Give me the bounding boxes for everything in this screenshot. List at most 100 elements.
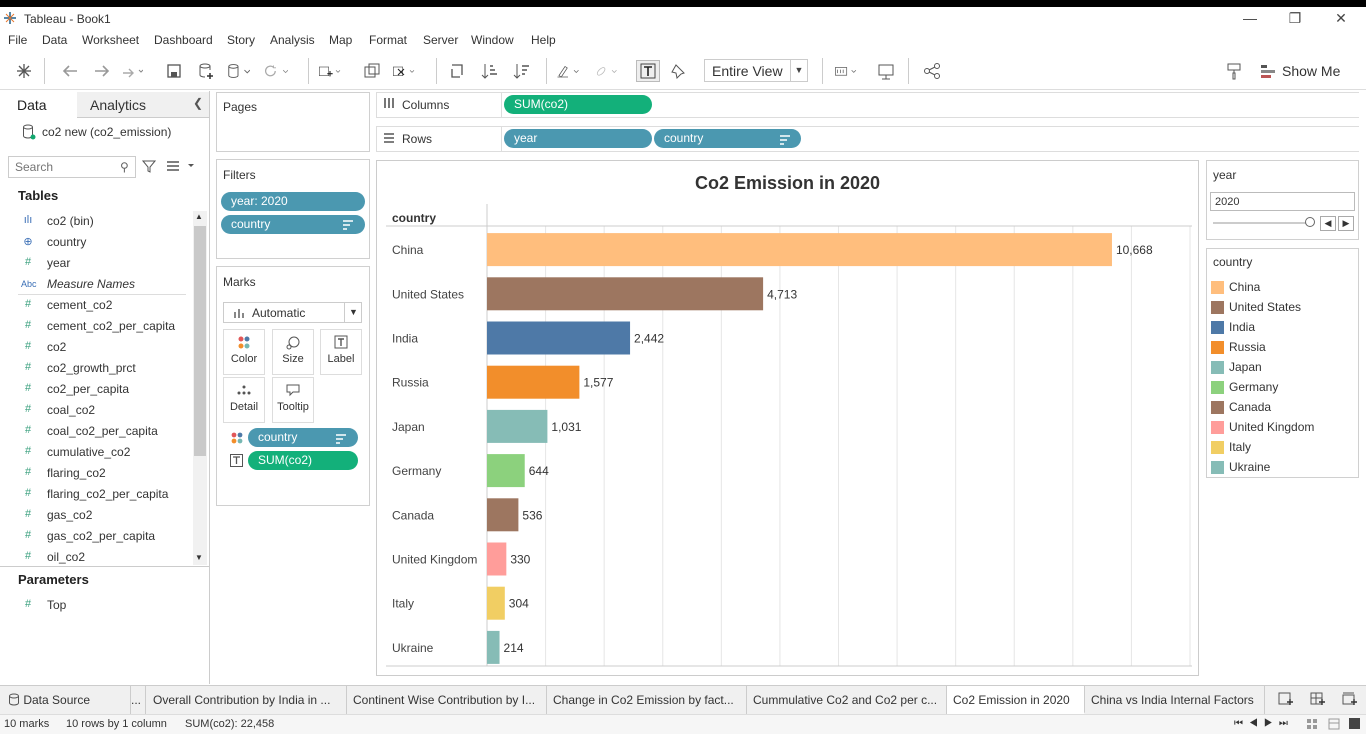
menu-data[interactable]: Data: [42, 33, 67, 47]
collapse-pane-icon[interactable]: ❮: [193, 96, 203, 110]
swap-rows-columns-icon[interactable]: [446, 60, 470, 82]
tableau-home-icon[interactable]: [12, 60, 36, 82]
search-icon[interactable]: ⚲: [120, 160, 129, 174]
field-item[interactable]: # co2_per_capita: [0, 379, 190, 400]
show-mark-labels-icon[interactable]: [636, 60, 660, 82]
menu-file[interactable]: File: [8, 33, 27, 47]
menu-server[interactable]: Server: [423, 33, 458, 47]
filter-fields-icon[interactable]: [141, 159, 157, 176]
tab-overflow[interactable]: ...: [126, 686, 146, 714]
highlight-icon[interactable]: [556, 60, 580, 82]
chevron-left-icon[interactable]: ◀: [1320, 216, 1336, 231]
scroll-down-icon[interactable]: ▼: [195, 553, 203, 562]
field-item[interactable]: # coal_co2_per_capita: [0, 421, 190, 442]
field-item[interactable]: ılı co2 (bin): [0, 211, 190, 232]
field-item[interactable]: # flaring_co2: [0, 463, 190, 484]
field-item[interactable]: # co2_growth_prct: [0, 358, 190, 379]
new-worksheet-icon[interactable]: [1278, 692, 1294, 709]
menu-map[interactable]: Map: [329, 33, 352, 47]
field-item[interactable]: # cement_co2_per_capita: [0, 316, 190, 337]
scroll-up-icon[interactable]: ▲: [195, 212, 203, 221]
marks-size-button[interactable]: Size: [272, 329, 314, 375]
duplicate-sheet-icon[interactable]: [360, 60, 384, 82]
legend-item[interactable]: Russia: [1210, 340, 1355, 360]
tab-analytics[interactable]: Analytics: [77, 92, 209, 118]
clear-sheet-icon[interactable]: [392, 60, 416, 82]
close-button[interactable]: ✕: [1318, 9, 1364, 29]
field-item[interactable]: # co2: [0, 337, 190, 358]
field-item[interactable]: # cement_co2: [0, 295, 190, 316]
columns-pill-sum-co2[interactable]: SUM(co2): [504, 95, 652, 114]
refresh-icon[interactable]: [264, 60, 288, 82]
tab-overall-contribution[interactable]: Overall Contribution by India in ...: [147, 686, 347, 714]
pause-datasource-icon[interactable]: [226, 60, 250, 82]
replay-icon[interactable]: [120, 60, 144, 82]
legend-item[interactable]: United Kingdom: [1210, 420, 1355, 440]
sort-descending-icon[interactable]: [510, 60, 534, 82]
tab-data-source[interactable]: Data Source: [0, 686, 131, 714]
new-dashboard-icon[interactable]: [1310, 692, 1326, 709]
chevron-right-icon[interactable]: ▶: [1338, 216, 1354, 231]
marks-color-button[interactable]: Color: [223, 329, 265, 375]
legend-item[interactable]: United States: [1210, 300, 1355, 320]
menu-window[interactable]: Window: [471, 33, 514, 47]
field-item[interactable]: # year: [0, 253, 190, 274]
fix-axes-icon[interactable]: [666, 60, 690, 82]
undo-icon[interactable]: [58, 60, 82, 82]
legend-item[interactable]: Japan: [1210, 360, 1355, 380]
filmstrip-icon[interactable]: [1328, 718, 1340, 733]
marks-pill-sum-co2[interactable]: SUM(co2): [248, 451, 358, 470]
marks-detail-button[interactable]: Detail: [223, 377, 265, 423]
restore-button[interactable]: ❐: [1272, 9, 1318, 29]
chevron-down-icon[interactable]: ▼: [790, 60, 807, 81]
legend-item[interactable]: Canada: [1210, 400, 1355, 420]
menu-story[interactable]: Story: [227, 33, 255, 47]
view-options-icon[interactable]: [166, 159, 196, 176]
menu-worksheet[interactable]: Worksheet: [82, 33, 139, 47]
field-item[interactable]: # coal_co2: [0, 400, 190, 421]
menu-analysis[interactable]: Analysis: [270, 33, 315, 47]
datasource-name[interactable]: co2 new (co2_emission): [42, 125, 171, 139]
scrollbar-thumb[interactable]: [194, 226, 206, 456]
tab-china-vs-india[interactable]: China vs India Internal Factors: [1085, 686, 1265, 714]
new-story-icon[interactable]: [1342, 692, 1358, 709]
legend-item[interactable]: Italy: [1210, 440, 1355, 460]
rows-pill-year[interactable]: year: [504, 129, 652, 148]
tab-co2-emission-2020[interactable]: Co2 Emission in 2020: [947, 686, 1085, 714]
field-item[interactable]: ⊕ country: [0, 232, 190, 253]
year-value-field[interactable]: 2020: [1210, 192, 1355, 211]
show-cards-icon[interactable]: [834, 60, 858, 82]
tabs-view-icon[interactable]: [1348, 717, 1361, 733]
group-members-icon[interactable]: [594, 60, 618, 82]
legend-item[interactable]: China: [1210, 280, 1355, 300]
field-item[interactable]: # gas_co2_per_capita: [0, 526, 190, 547]
marks-label-button[interactable]: Label: [320, 329, 362, 375]
menu-dashboard[interactable]: Dashboard: [154, 33, 213, 47]
field-item[interactable]: Abc Measure Names: [0, 274, 190, 295]
new-datasource-icon[interactable]: [194, 60, 218, 82]
sheet-sorter-icon[interactable]: [1306, 718, 1318, 733]
new-worksheet-icon[interactable]: [318, 60, 342, 82]
tab-continent-wise[interactable]: Continent Wise Contribution by I...: [347, 686, 547, 714]
share-icon[interactable]: [920, 60, 944, 82]
legend-item[interactable]: Germany: [1210, 380, 1355, 400]
field-item[interactable]: # gas_co2: [0, 505, 190, 526]
save-icon[interactable]: [162, 60, 186, 82]
filter-pill-year[interactable]: year: 2020: [221, 192, 365, 211]
tab-data[interactable]: Data: [0, 92, 77, 118]
marks-tooltip-button[interactable]: Tooltip: [272, 377, 314, 423]
tab-cumulative-co2[interactable]: Cummulative Co2 and Co2 per c...: [747, 686, 947, 714]
menu-help[interactable]: Help: [531, 33, 556, 47]
sheet-navigation-icons[interactable]: ⏮◀▶⏭: [1234, 718, 1294, 729]
field-item[interactable]: # oil_co2: [0, 547, 190, 568]
show-me-button[interactable]: Show Me: [1260, 60, 1360, 82]
year-slider-track[interactable]: [1213, 222, 1313, 224]
field-item[interactable]: # cumulative_co2: [0, 442, 190, 463]
format-painter-icon[interactable]: [1222, 60, 1246, 82]
minimize-button[interactable]: —: [1227, 9, 1273, 29]
field-item[interactable]: # flaring_co2_per_capita: [0, 484, 190, 505]
menu-format[interactable]: Format: [369, 33, 407, 47]
parameter-item[interactable]: # Top: [0, 595, 190, 616]
chevron-down-icon[interactable]: ▼: [344, 302, 362, 323]
year-slider-handle[interactable]: [1305, 217, 1315, 227]
